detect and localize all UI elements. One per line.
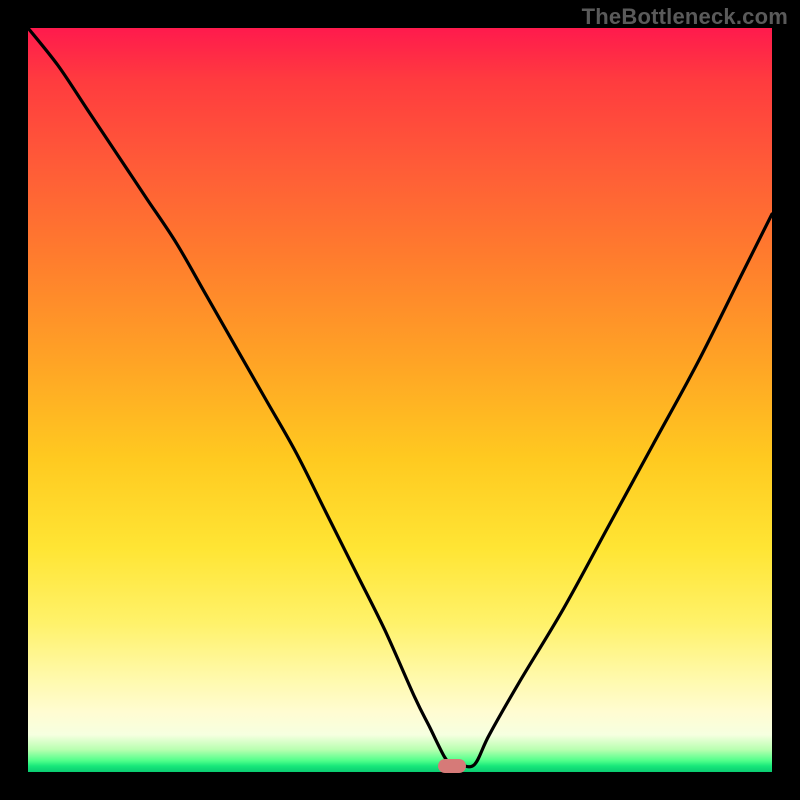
optimum-marker bbox=[438, 759, 466, 773]
chart-frame: TheBottleneck.com bbox=[0, 0, 800, 800]
plot-area bbox=[28, 28, 772, 772]
watermark-text: TheBottleneck.com bbox=[582, 4, 788, 30]
bottleneck-curve bbox=[28, 28, 772, 772]
